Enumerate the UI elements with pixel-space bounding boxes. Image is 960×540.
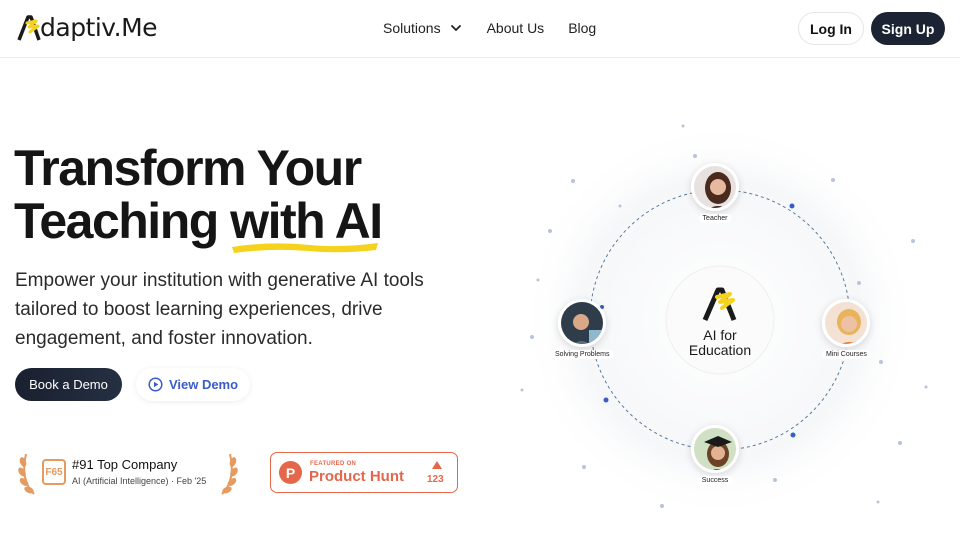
- node-solving-problems: Solving Problems: [551, 299, 614, 359]
- ph-upvote-count: 123: [427, 474, 444, 485]
- award-badge[interactable]: F65 #91 Top Company AI (Artificial Intel…: [18, 450, 238, 496]
- brand-name: daptiv.Me: [40, 13, 158, 42]
- teacher-label: Teacher: [698, 214, 732, 223]
- hero-subtitle: Empower your institution with generative…: [15, 270, 424, 349]
- ph-name: Product Hunt: [309, 468, 404, 485]
- top-nav: daptiv.Me Solutions About Us Blog Log In…: [0, 0, 960, 58]
- hero-title-line2a: Teaching: [14, 193, 231, 249]
- nav-solutions[interactable]: Solutions: [383, 20, 463, 36]
- signup-button[interactable]: Sign Up: [871, 12, 945, 45]
- ph-featured-label: FEATURED ON: [310, 461, 357, 467]
- product-hunt-logo-icon: P: [279, 461, 302, 484]
- mini-courses-label: Mini Courses: [822, 350, 871, 359]
- nav-blog[interactable]: Blog: [568, 20, 596, 36]
- solving-problems-label: Solving Problems: [551, 350, 614, 359]
- brand-logo[interactable]: daptiv.Me: [16, 13, 158, 42]
- laurel-left-icon: [18, 453, 35, 495]
- book-demo-button[interactable]: Book a Demo: [15, 368, 122, 401]
- login-button[interactable]: Log In: [798, 12, 864, 45]
- success-avatar: [691, 425, 739, 473]
- main-nav: Solutions About Us Blog: [383, 20, 596, 36]
- hero-title-line1: Transform Your: [14, 140, 362, 196]
- adaptiv-center-logo-icon: [702, 287, 737, 321]
- logo-mark-icon: [17, 14, 41, 41]
- view-demo-label: View Demo: [168, 377, 239, 392]
- node-mini-courses: Mini Courses: [822, 299, 871, 359]
- node-success: Success: [691, 425, 739, 485]
- node-teacher: Teacher: [691, 163, 739, 223]
- center-label-line2: Education: [688, 342, 752, 358]
- award-title: #91 Top Company: [72, 457, 178, 472]
- chevron-down-icon: [450, 25, 461, 32]
- product-hunt-badge[interactable]: P FEATURED ON Product Hunt 123: [270, 452, 458, 493]
- hero-title: Transform Your Teaching with AI: [14, 140, 383, 253]
- success-label: Success: [697, 476, 733, 485]
- ai-education-diagram: AI for Education Teacher Solving Problem…: [500, 110, 960, 530]
- upvote-arrow-icon: [432, 461, 442, 469]
- hero-title-line2b: with AI: [230, 193, 383, 249]
- nav-about[interactable]: About Us: [487, 20, 545, 36]
- laurel-right-icon: [221, 453, 238, 495]
- award-logo: F65: [42, 459, 66, 485]
- play-circle-icon: [148, 377, 163, 392]
- teacher-avatar: [691, 163, 739, 211]
- hero-title-accent: with AI: [230, 193, 383, 253]
- center-label-line1: AI for: [703, 327, 737, 343]
- center-label: AI for Education: [680, 328, 760, 358]
- solving-problems-avatar: [558, 299, 607, 347]
- award-subtitle: AI (Artificial Intelligence) · Feb '25: [72, 476, 207, 486]
- view-demo-button[interactable]: View Demo: [136, 368, 250, 401]
- nav-solutions-label: Solutions: [383, 20, 441, 36]
- mini-courses-avatar: [822, 299, 871, 347]
